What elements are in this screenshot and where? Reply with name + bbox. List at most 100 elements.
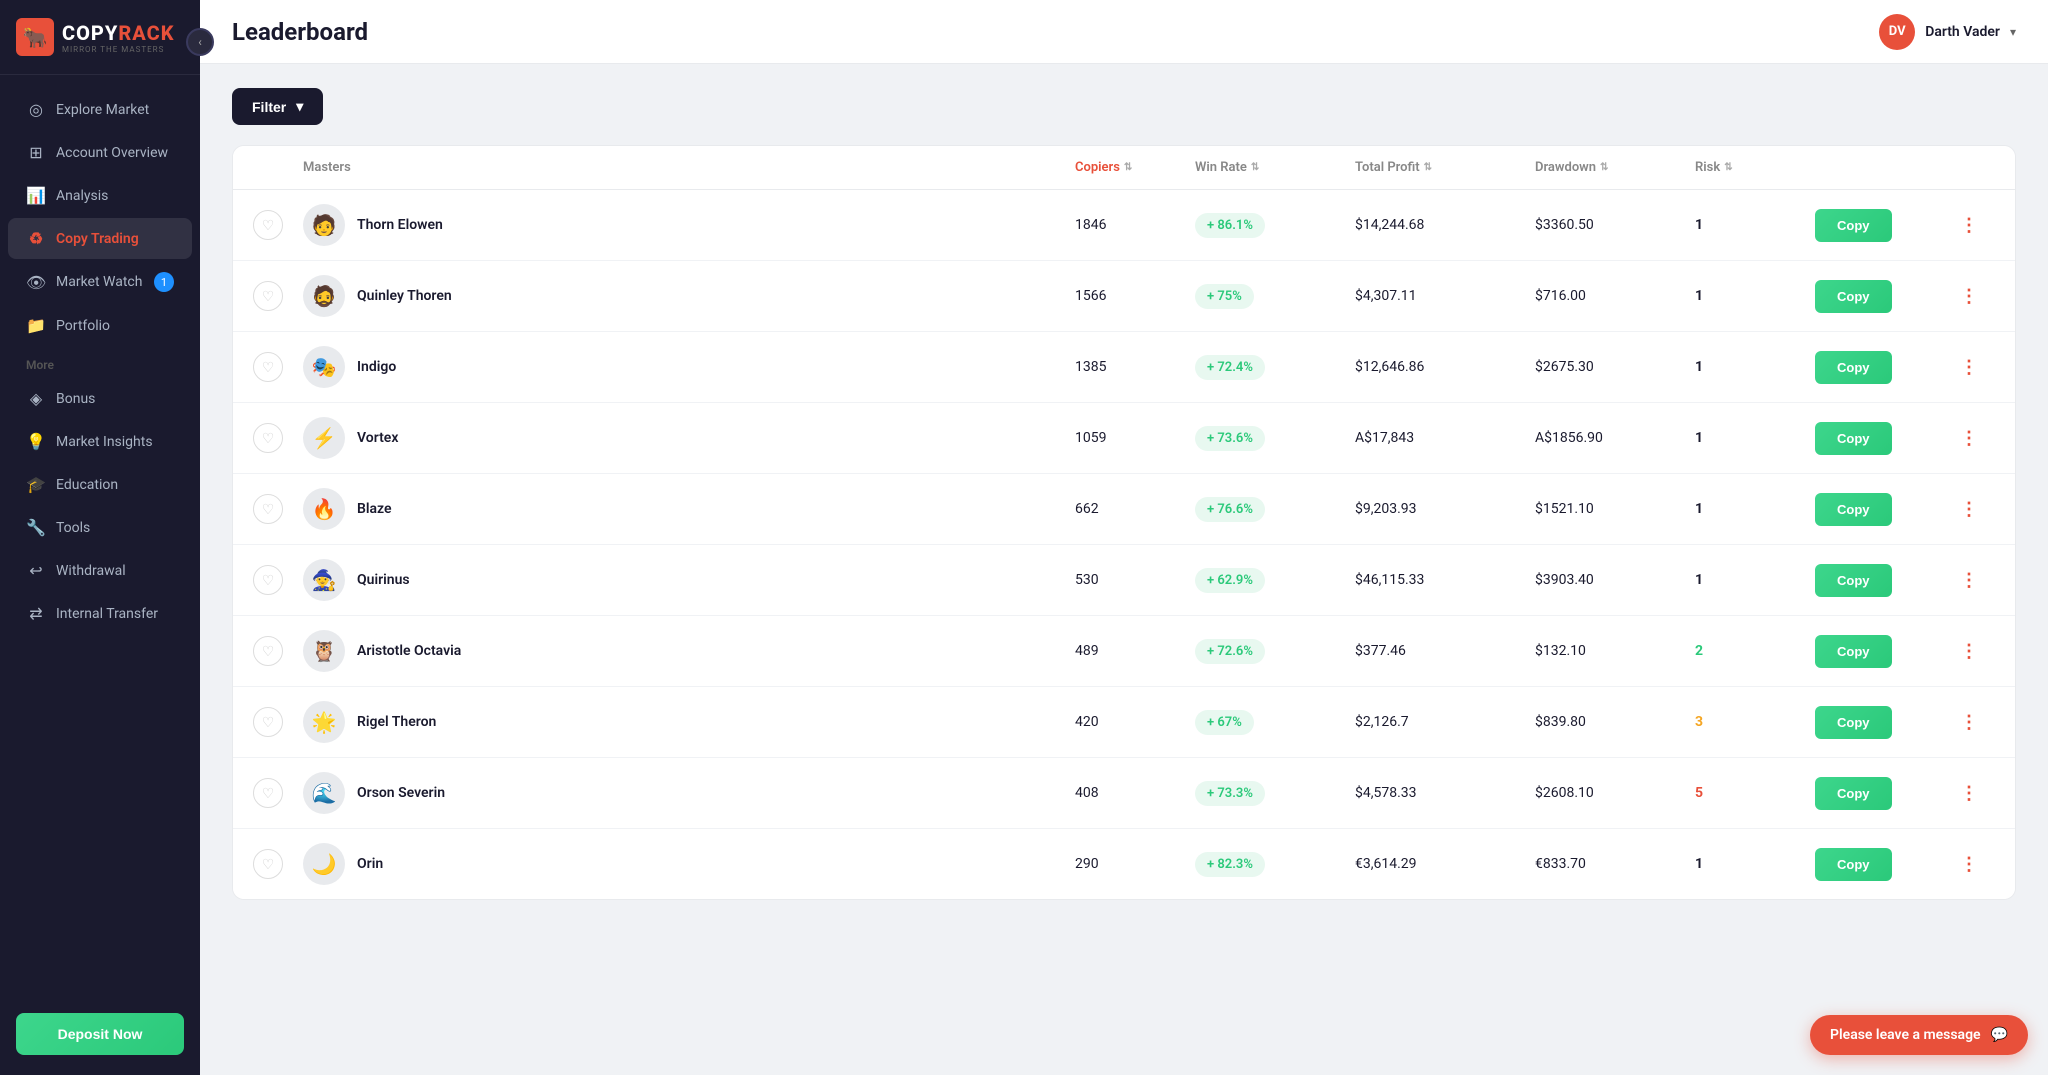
- copy-actions: Copy: [1815, 351, 1955, 384]
- more-options-button[interactable]: ⋮: [1955, 850, 1983, 878]
- chat-widget[interactable]: Please leave a message 💬: [1810, 1015, 2028, 1055]
- th-risk-label: Risk: [1695, 160, 1720, 175]
- master-avatar: 🧑: [303, 204, 345, 246]
- copy-button[interactable]: Copy: [1815, 493, 1892, 526]
- risk-value: 1: [1695, 501, 1815, 517]
- more-options-button[interactable]: ⋮: [1955, 495, 1983, 523]
- win-rate-cell: + 76.6%: [1195, 497, 1355, 522]
- sidebar-item-copy-trading[interactable]: ♻ Copy Trading: [8, 218, 192, 259]
- master-name: Orin: [357, 856, 383, 872]
- total-profit-value: A$17,843: [1355, 430, 1535, 446]
- market-watch-icon: 👁: [26, 273, 46, 292]
- sidebar-item-bonus[interactable]: ◈ Bonus: [8, 378, 192, 419]
- win-rate-cell: + 73.6%: [1195, 426, 1355, 451]
- copiers-value: 408: [1075, 785, 1195, 801]
- favorite-button[interactable]: ♡: [253, 281, 283, 311]
- more-options-button[interactable]: ⋮: [1955, 211, 1983, 239]
- favorite-button[interactable]: ♡: [253, 849, 283, 879]
- th-masters: Masters: [303, 160, 1075, 175]
- favorite-cell: ♡: [253, 281, 303, 311]
- favorite-button[interactable]: ♡: [253, 636, 283, 666]
- master-cell: ⚡ Vortex: [303, 417, 1075, 459]
- sidebar-item-internal-transfer[interactable]: ⇄ Internal Transfer: [8, 593, 192, 634]
- more-options-button[interactable]: ⋮: [1955, 282, 1983, 310]
- master-name: Vortex: [357, 430, 398, 446]
- copiers-value: 290: [1075, 856, 1195, 872]
- master-cell: 🧑 Thorn Elowen: [303, 204, 1075, 246]
- total-profit-value: $4,578.33: [1355, 785, 1535, 801]
- deposit-now-button[interactable]: Deposit Now: [16, 1013, 184, 1055]
- sidebar-item-portfolio[interactable]: 📁 Portfolio: [8, 305, 192, 346]
- master-name: Quinley Thoren: [357, 288, 452, 304]
- internal-transfer-icon: ⇄: [26, 604, 46, 623]
- win-rate-badge: + 75%: [1195, 284, 1254, 309]
- copy-button[interactable]: Copy: [1815, 280, 1892, 313]
- sidebar-item-withdrawal[interactable]: ↩ Withdrawal: [8, 550, 192, 591]
- user-menu[interactable]: DV Darth Vader ▾: [1879, 14, 2016, 50]
- favorite-button[interactable]: ♡: [253, 494, 283, 524]
- table-row: ♡ 🌙 Orin 290 + 82.3% €3,614.29 €833.70 1…: [233, 829, 2015, 899]
- copy-button[interactable]: Copy: [1815, 351, 1892, 384]
- sidebar-item-market-insights[interactable]: 💡 Market Insights: [8, 421, 192, 462]
- favorite-cell: ♡: [253, 210, 303, 240]
- filter-button[interactable]: Filter ▾: [232, 88, 323, 125]
- copy-button[interactable]: Copy: [1815, 422, 1892, 455]
- risk-value: 1: [1695, 430, 1815, 446]
- win-rate-cell: + 72.4%: [1195, 355, 1355, 380]
- sidebar-item-analysis[interactable]: 📊 Analysis: [8, 175, 192, 216]
- favorite-button[interactable]: ♡: [253, 565, 283, 595]
- copy-button[interactable]: Copy: [1815, 777, 1892, 810]
- master-cell: 🔥 Blaze: [303, 488, 1075, 530]
- chevron-down-icon: ▾: [296, 98, 303, 115]
- favorite-button[interactable]: ♡: [253, 210, 283, 240]
- win-rate-cell: + 86.1%: [1195, 213, 1355, 238]
- copy-button[interactable]: Copy: [1815, 635, 1892, 668]
- sidebar-item-education[interactable]: 🎓 Education: [8, 464, 192, 505]
- more-options-button[interactable]: ⋮: [1955, 566, 1983, 594]
- win-rate-cell: + 73.3%: [1195, 781, 1355, 806]
- more-options-button[interactable]: ⋮: [1955, 353, 1983, 381]
- copy-button[interactable]: Copy: [1815, 564, 1892, 597]
- master-avatar: 🧙: [303, 559, 345, 601]
- risk-value: 5: [1695, 785, 1815, 801]
- education-icon: 🎓: [26, 475, 46, 494]
- favorite-button[interactable]: ♡: [253, 707, 283, 737]
- master-avatar: ⚡: [303, 417, 345, 459]
- sidebar-collapse-button[interactable]: ‹: [186, 28, 214, 56]
- th-more: [1955, 160, 1995, 175]
- drawdown-value: A$1856.90: [1535, 430, 1695, 446]
- copy-actions: Copy: [1815, 848, 1955, 881]
- table-row: ♡ 🎭 Indigo 1385 + 72.4% $12,646.86 $2675…: [233, 332, 2015, 403]
- more-options-button[interactable]: ⋮: [1955, 637, 1983, 665]
- sidebar-item-label: Portfolio: [56, 318, 110, 334]
- copy-actions: Copy: [1815, 422, 1955, 455]
- favorite-button[interactable]: ♡: [253, 423, 283, 453]
- more-options-button[interactable]: ⋮: [1955, 779, 1983, 807]
- win-rate-badge: + 82.3%: [1195, 852, 1265, 877]
- sidebar-logo: 🐂 COPYRACK MIRROR THE MASTERS: [0, 0, 200, 75]
- sidebar-item-tools[interactable]: 🔧 Tools: [8, 507, 192, 548]
- more-options-button[interactable]: ⋮: [1955, 708, 1983, 736]
- sidebar-item-label: Copy Trading: [56, 231, 139, 247]
- table-header: Masters Copiers ⇅ Win Rate ⇅ Total Profi…: [233, 146, 2015, 190]
- sidebar-item-account-overview[interactable]: ⊞ Account Overview: [8, 132, 192, 173]
- master-cell: 🧔 Quinley Thoren: [303, 275, 1075, 317]
- favorite-button[interactable]: ♡: [253, 352, 283, 382]
- portfolio-icon: 📁: [26, 316, 46, 335]
- tools-icon: 🔧: [26, 518, 46, 537]
- win-rate-badge: + 62.9%: [1195, 568, 1265, 593]
- sidebar-item-market-watch[interactable]: 👁 Market Watch 1: [8, 261, 192, 303]
- sidebar-item-explore-market[interactable]: ◎ Explore Market: [8, 89, 192, 130]
- sidebar-more-label: More: [0, 348, 200, 376]
- copy-button[interactable]: Copy: [1815, 848, 1892, 881]
- risk-value: 1: [1695, 217, 1815, 233]
- main-content: Leaderboard DV Darth Vader ▾ Filter ▾ Ma…: [200, 0, 2048, 1075]
- copy-button[interactable]: Copy: [1815, 706, 1892, 739]
- more-options-button[interactable]: ⋮: [1955, 424, 1983, 452]
- drawdown-value: $2608.10: [1535, 785, 1695, 801]
- favorite-button[interactable]: ♡: [253, 778, 283, 808]
- th-copiers-label: Copiers: [1075, 160, 1120, 175]
- win-rate-cell: + 82.3%: [1195, 852, 1355, 877]
- copy-button[interactable]: Copy: [1815, 209, 1892, 242]
- copy-actions: Copy: [1815, 777, 1955, 810]
